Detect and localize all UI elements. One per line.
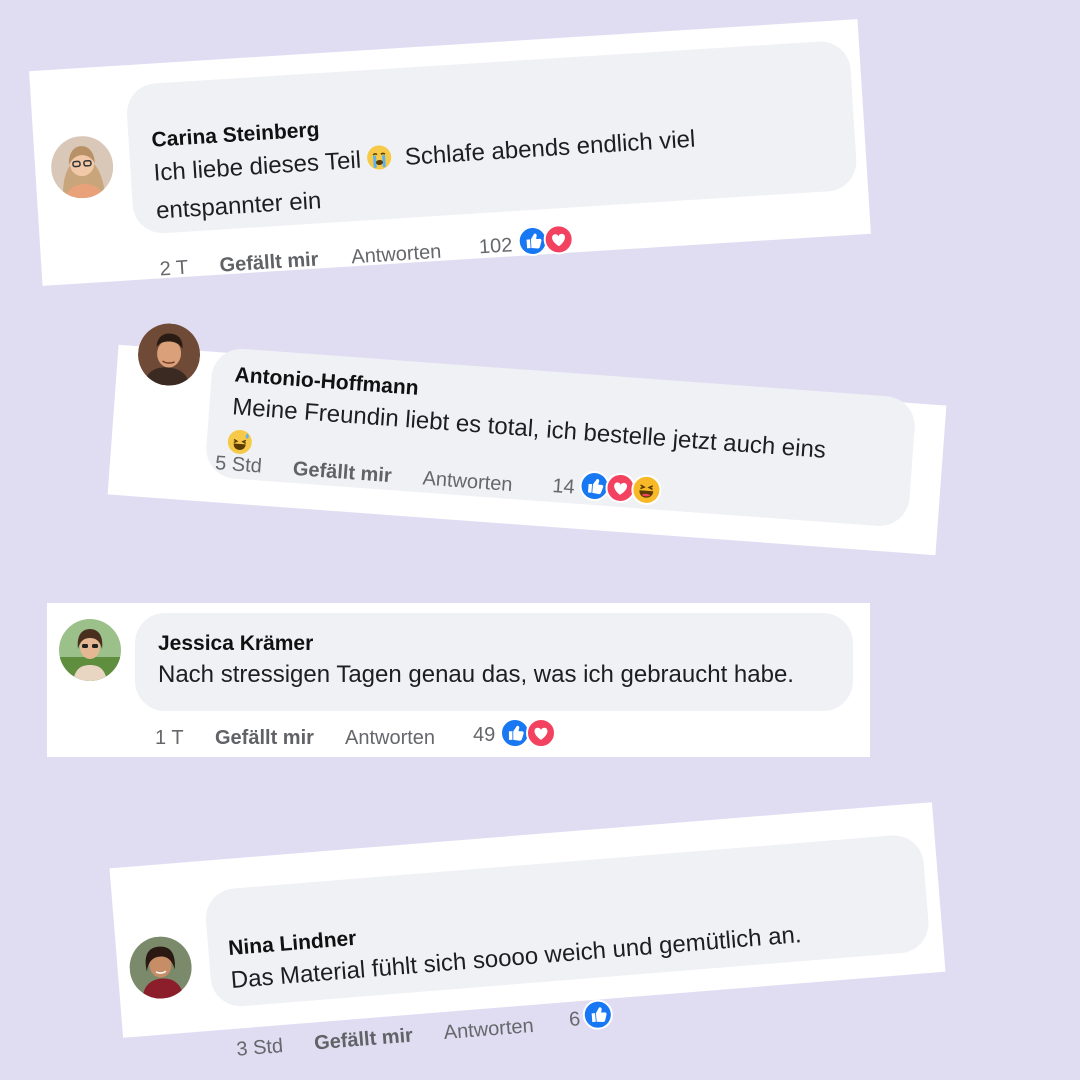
sweat-smile-emoji-icon <box>227 429 253 455</box>
comment-text-part1: Ich liebe dieses Teil <box>152 146 362 187</box>
comment-card: Antonio-Hoffmann Meine Freundin liebt es… <box>107 321 947 556</box>
commenter-name[interactable]: Jessica Krämer <box>158 632 313 656</box>
avatar[interactable] <box>49 134 116 201</box>
comment-card: Carina Steinberg Ich liebe dieses Teil S… <box>29 19 871 286</box>
like-button[interactable]: Gefällt mir <box>215 727 314 750</box>
comment-timestamp[interactable]: 3 Std <box>236 1035 284 1062</box>
like-button[interactable]: Gefällt mir <box>313 1025 413 1056</box>
avatar[interactable] <box>59 619 121 681</box>
comment-timestamp[interactable]: 5 Std <box>214 452 262 478</box>
reaction-count[interactable]: 6 <box>568 1008 581 1032</box>
comment-card: Jessica Krämer Nach stressigen Tagen gen… <box>47 603 870 757</box>
comment-card: Nina Lindner Das Material fühlt sich soo… <box>109 802 946 1061</box>
comment-timestamp[interactable]: 2 T <box>159 257 189 282</box>
reply-button[interactable]: Antworten <box>345 727 435 750</box>
like-reaction-icon[interactable] <box>581 998 614 1031</box>
reaction-count[interactable]: 14 <box>552 475 576 500</box>
love-reaction-icon[interactable] <box>542 223 575 256</box>
reply-button[interactable]: Antworten <box>443 1015 535 1045</box>
avatar[interactable] <box>135 321 203 388</box>
comment-text: Nach stressigen Tagen genau das, was ich… <box>158 661 794 688</box>
reaction-count[interactable]: 102 <box>478 234 513 259</box>
reaction-count[interactable]: 49 <box>473 724 495 747</box>
comment-timestamp[interactable]: 1 T <box>155 727 184 750</box>
avatar[interactable] <box>127 934 195 1001</box>
love-reaction-icon[interactable] <box>526 718 556 748</box>
crying-emoji-icon <box>366 144 393 171</box>
reply-button[interactable]: Antworten <box>351 241 442 270</box>
like-button[interactable]: Gefällt mir <box>219 248 319 277</box>
